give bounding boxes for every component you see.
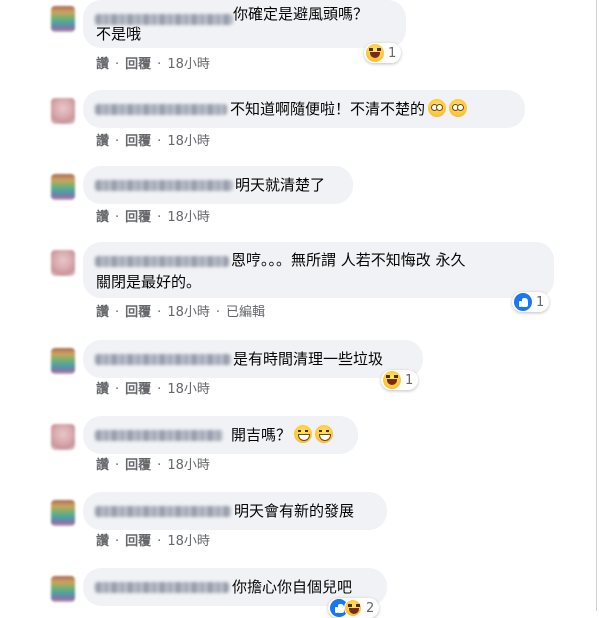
comment-actions: 讚 · 回覆 · 18小時	[96, 382, 210, 398]
comment-text-line: 不知道啊隨便啦！不清不楚的	[230, 99, 468, 119]
reaction-count: 1	[405, 372, 414, 388]
avatar[interactable]	[51, 500, 75, 526]
comment-bubble: 你確定是避風頭嗎？ 不是哦	[83, 0, 406, 48]
reply-link[interactable]: 回覆	[125, 382, 151, 398]
grinning-face-icon	[294, 425, 313, 443]
author-name-blurred[interactable]	[95, 506, 231, 517]
comment-text-line: 你確定是避風頭嗎？	[233, 5, 369, 23]
comment-text-line: 關閉是最好的。	[96, 273, 202, 291]
comment-actions: 讚 · 回覆 · 18小時	[96, 210, 210, 226]
reply-link[interactable]: 回覆	[125, 210, 151, 226]
reply-link[interactable]: 回覆	[125, 534, 151, 550]
comment-bubble: 恩哼。。。無所謂 人若不知悔改 永久 關閉是最好的。	[83, 242, 554, 298]
comment-item: 你確定是避風頭嗎？ 不是哦 1 讚 · 回覆 · 18小時	[0, 0, 596, 80]
timestamp[interactable]: 18小時	[167, 534, 210, 550]
reaction-summary[interactable]: 1	[381, 370, 419, 390]
like-link[interactable]: 讚	[96, 57, 109, 73]
like-link[interactable]: 讚	[96, 534, 109, 550]
comment-item: 明天會有新的發展 讚 · 回覆 · 18小時	[0, 490, 596, 560]
like-reaction-icon	[514, 293, 532, 311]
comment-actions: 讚 · 回覆 · 18小時 · 已編輯	[96, 305, 266, 321]
comment-bubble: 明天會有新的發展	[83, 492, 387, 530]
like-link[interactable]: 讚	[96, 210, 109, 226]
author-name-blurred[interactable]	[95, 180, 233, 191]
panel-right-border	[596, 0, 597, 611]
timestamp[interactable]: 18小時	[167, 57, 210, 73]
timestamp[interactable]: 18小時	[167, 210, 210, 226]
comment-actions: 讚 · 回覆 · 18小時	[96, 458, 210, 474]
reaction-summary[interactable]: 2	[328, 598, 380, 618]
reaction-count: 1	[388, 45, 397, 61]
reply-link[interactable]: 回覆	[125, 57, 151, 73]
avatar[interactable]	[51, 250, 75, 276]
like-link[interactable]: 讚	[96, 382, 109, 398]
edited-label[interactable]: 已編輯	[226, 305, 265, 321]
haha-reaction-icon	[344, 599, 362, 617]
comment-item: 不知道啊隨便啦！不清不楚的 讚 · 回覆 · 18小時	[0, 88, 596, 158]
grinning-face-icon	[315, 425, 334, 443]
comment-item: 明天就清楚了 讚 · 回覆 · 18小時	[0, 164, 596, 234]
comment-bubble: 是有時間清理一些垃圾	[83, 340, 423, 378]
avatar[interactable]	[51, 348, 75, 374]
timestamp[interactable]: 18小時	[167, 134, 210, 150]
comment-bubble: 開吉嗎？	[83, 416, 358, 454]
comment-text-line: 明天就清楚了	[235, 176, 326, 194]
comment-text-line: 明天會有新的發展	[234, 502, 355, 520]
reply-link[interactable]: 回覆	[125, 458, 151, 474]
comment-item: 是有時間清理一些垃圾 1 讚 · 回覆 · 18小時	[0, 338, 596, 408]
timestamp[interactable]: 18小時	[167, 382, 210, 398]
comment-bubble: 明天就清楚了	[83, 166, 353, 204]
haha-reaction-icon	[383, 371, 401, 389]
comment-actions: 讚 · 回覆 · 18小時	[96, 534, 210, 550]
comment-text-line: 你擔心你自個兒吧	[232, 578, 353, 596]
avatar[interactable]	[51, 424, 75, 450]
reaction-count: 2	[366, 600, 375, 616]
avatar[interactable]	[51, 576, 75, 602]
flushed-face-icon	[428, 99, 447, 117]
reaction-summary[interactable]: 1	[512, 292, 550, 312]
comment-item: 你擔心你自個兒吧 2	[0, 566, 596, 618]
reaction-summary[interactable]: 1	[364, 43, 402, 63]
haha-reaction-icon	[366, 44, 384, 62]
like-link[interactable]: 讚	[96, 305, 109, 321]
comment-text-line: 是有時間清理一些垃圾	[233, 350, 384, 368]
avatar[interactable]	[51, 6, 75, 32]
comment-text-line: 開吉嗎？	[231, 425, 334, 445]
reaction-count: 1	[536, 294, 545, 310]
like-link[interactable]: 讚	[96, 134, 109, 150]
comment-text-line: 不是哦	[96, 25, 142, 43]
author-name-blurred[interactable]	[95, 256, 229, 267]
like-link[interactable]: 讚	[96, 458, 109, 474]
author-name-blurred[interactable]	[95, 582, 229, 593]
author-name-blurred[interactable]	[95, 430, 223, 441]
flushed-face-icon	[449, 99, 468, 117]
reply-link[interactable]: 回覆	[125, 134, 151, 150]
comment-actions: 讚 · 回覆 · 18小時	[96, 57, 210, 73]
comment-item: 恩哼。。。無所謂 人若不知悔改 永久 關閉是最好的。 1 讚 · 回覆 · 18小時 · 已…	[0, 240, 596, 326]
timestamp[interactable]: 18小時	[167, 458, 210, 474]
comment-actions: 讚 · 回覆 · 18小時	[96, 134, 210, 150]
timestamp[interactable]: 18小時	[167, 305, 210, 321]
avatar[interactable]	[51, 98, 75, 124]
comment-text-line: 恩哼。。。無所謂 人若不知悔改 永久	[231, 251, 466, 269]
author-name-blurred[interactable]	[95, 104, 227, 115]
comment-item: 開吉嗎？ 讚 · 回覆 · 18小時	[0, 414, 596, 484]
author-name-blurred[interactable]	[95, 354, 231, 365]
reply-link[interactable]: 回覆	[125, 305, 151, 321]
comment-bubble: 不知道啊隨便啦！不清不楚的	[83, 90, 525, 128]
avatar[interactable]	[51, 174, 75, 200]
